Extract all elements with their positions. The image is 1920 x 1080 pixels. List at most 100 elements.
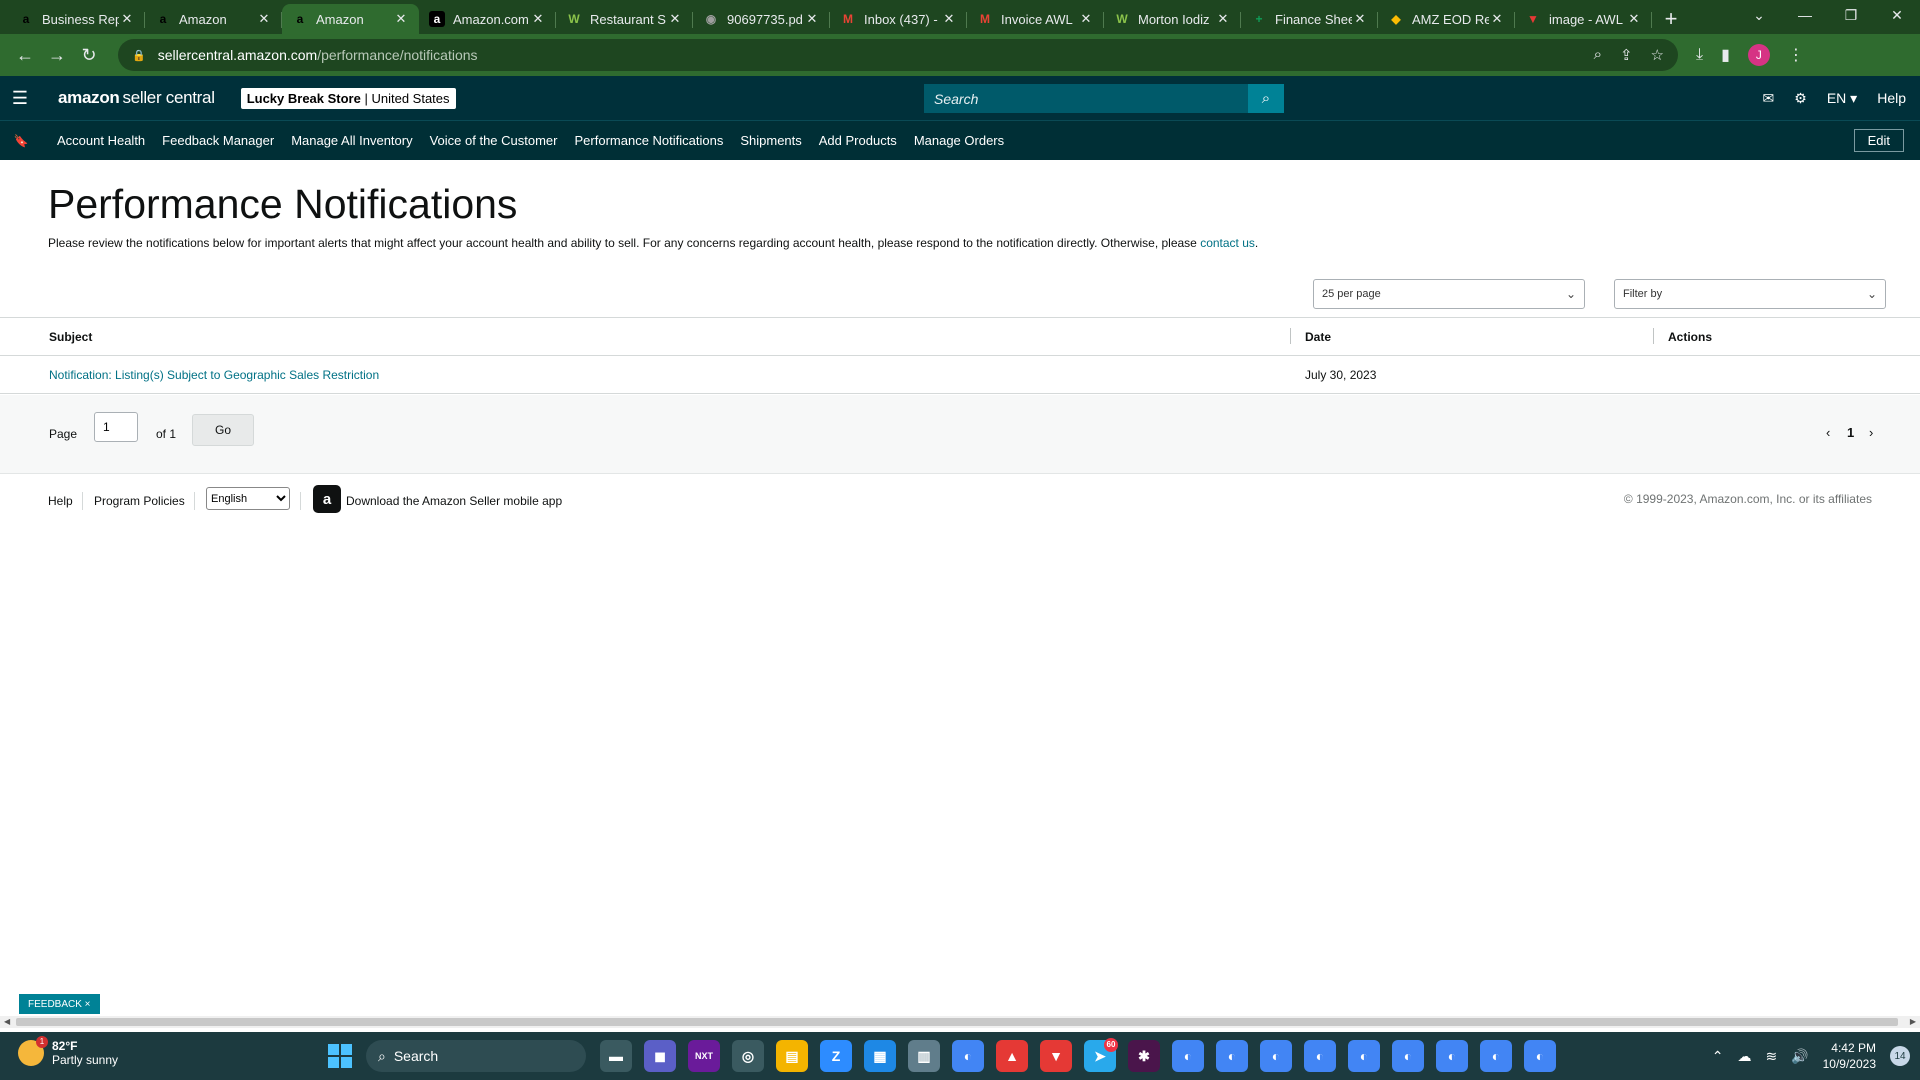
- taskbar-search[interactable]: ⌕ Search: [366, 1040, 586, 1072]
- nav-item-account-health[interactable]: Account Health: [57, 133, 145, 148]
- taskbar-app-icon[interactable]: ◼: [644, 1040, 676, 1072]
- lock-icon[interactable]: 🔒: [132, 49, 146, 62]
- minimize-button[interactable]: —: [1782, 0, 1828, 30]
- taskbar-app-icon[interactable]: ◐: [1304, 1040, 1336, 1072]
- back-icon[interactable]: ←: [10, 40, 40, 70]
- browser-tab[interactable]: a Amazon ✕: [145, 4, 282, 34]
- page-number-input[interactable]: [94, 412, 138, 442]
- clock[interactable]: 4:42 PM 10/9/2023: [1823, 1040, 1876, 1072]
- browser-tab[interactable]: M Inbox (437) - ✕: [830, 4, 967, 34]
- amazon-app-icon[interactable]: a: [313, 485, 341, 513]
- notification-count[interactable]: 14: [1890, 1046, 1910, 1066]
- address-bar[interactable]: 🔒 sellercentral.amazon.com/performance/n…: [118, 39, 1678, 71]
- taskbar-app-icon[interactable]: ◐: [1392, 1040, 1424, 1072]
- bookmark-icon[interactable]: 🔖: [0, 134, 42, 148]
- help-link[interactable]: Help: [1877, 90, 1906, 106]
- seller-central-logo[interactable]: amazon seller central: [58, 88, 215, 108]
- language-selector[interactable]: EN ▾: [1827, 90, 1857, 107]
- tab-close-icon[interactable]: ✕: [804, 11, 820, 27]
- browser-menu-icon[interactable]: ⋮: [1788, 45, 1804, 65]
- taskbar-app-icon[interactable]: ▤: [776, 1040, 808, 1072]
- tab-close-icon[interactable]: ✕: [667, 11, 683, 27]
- nav-item-manage-orders[interactable]: Manage Orders: [914, 133, 1004, 148]
- weather-widget[interactable]: 1 82°F Partly sunny: [18, 1036, 118, 1067]
- tab-close-icon[interactable]: ✕: [1489, 11, 1505, 27]
- feedback-button[interactable]: FEEDBACK ×: [19, 994, 100, 1014]
- header-date[interactable]: Date: [1305, 330, 1331, 344]
- footer-language-select[interactable]: English: [206, 487, 290, 510]
- tab-close-icon[interactable]: ✕: [393, 11, 409, 27]
- search-input[interactable]: [924, 84, 1248, 113]
- edit-nav-button[interactable]: Edit: [1853, 129, 1904, 152]
- browser-tab[interactable]: W Restaurant S ✕: [556, 4, 693, 34]
- download-app-link[interactable]: Download the Amazon Seller mobile app: [346, 494, 562, 508]
- browser-tab[interactable]: W Morton Iodiz ✕: [1104, 4, 1241, 34]
- tab-close-icon[interactable]: ✕: [1626, 11, 1642, 27]
- browser-tab[interactable]: a Amazon ✕: [282, 4, 419, 34]
- go-button[interactable]: Go: [192, 414, 254, 446]
- header-subject[interactable]: Subject: [49, 330, 92, 344]
- taskbar-app-icon[interactable]: ✱: [1128, 1040, 1160, 1072]
- reload-icon[interactable]: ↻: [74, 40, 104, 70]
- taskbar-app-icon[interactable]: ▥: [908, 1040, 940, 1072]
- scroll-right-icon[interactable]: ▶: [1910, 1016, 1916, 1028]
- tab-close-icon[interactable]: ✕: [256, 11, 272, 27]
- taskbar-app-icon[interactable]: ▼: [1040, 1040, 1072, 1072]
- gear-icon[interactable]: ⚙: [1794, 90, 1807, 107]
- prev-page-icon[interactable]: ‹: [1826, 425, 1830, 440]
- restore-button[interactable]: ❐: [1828, 0, 1874, 30]
- store-switcher[interactable]: Lucky Break Store | United States: [240, 87, 456, 109]
- current-page-number[interactable]: 1: [1847, 425, 1854, 440]
- chevron-up-icon[interactable]: ⌃: [1712, 1048, 1724, 1065]
- close-window-button[interactable]: ✕: [1874, 0, 1920, 30]
- taskbar-app-icon[interactable]: ◎: [732, 1040, 764, 1072]
- footer-program-policies-link[interactable]: Program Policies: [94, 494, 185, 508]
- windows-start-icon[interactable]: [328, 1044, 352, 1068]
- taskbar-app-icon[interactable]: ◐: [1260, 1040, 1292, 1072]
- browser-tab[interactable]: M Invoice AWL ✕: [967, 4, 1104, 34]
- taskbar-app-icon[interactable]: ◐: [1172, 1040, 1204, 1072]
- per-page-select[interactable]: 25 per page ⌄: [1313, 279, 1585, 309]
- nav-item-voice-of-the-customer[interactable]: Voice of the Customer: [430, 133, 558, 148]
- tab-close-icon[interactable]: ✕: [941, 11, 957, 27]
- browser-tab[interactable]: a Amazon.com ✕: [419, 4, 556, 34]
- forward-icon[interactable]: →: [42, 40, 72, 70]
- cloud-icon[interactable]: ☁: [1737, 1048, 1751, 1065]
- taskbar-app-icon[interactable]: ◐: [1524, 1040, 1556, 1072]
- nav-item-performance-notifications[interactable]: Performance Notifications: [575, 133, 724, 148]
- browser-tab[interactable]: ◉ 90697735.pd ✕: [693, 4, 830, 34]
- download-icon[interactable]: ⤓: [1696, 46, 1703, 64]
- side-panel-icon[interactable]: ▮: [1721, 45, 1730, 65]
- tab-close-icon[interactable]: ✕: [1078, 11, 1094, 27]
- taskbar-app-icon[interactable]: ▦: [864, 1040, 896, 1072]
- nav-item-feedback-manager[interactable]: Feedback Manager: [162, 133, 274, 148]
- horizontal-scrollbar[interactable]: ◀ ▶: [0, 1016, 1920, 1028]
- next-page-icon[interactable]: ›: [1869, 425, 1873, 440]
- notification-subject-link[interactable]: Notification: Listing(s) Subject to Geog…: [49, 368, 379, 382]
- taskbar-app-icon[interactable]: ◐: [1216, 1040, 1248, 1072]
- contact-us-link[interactable]: contact us: [1200, 236, 1255, 250]
- filter-by-select[interactable]: Filter by ⌄: [1614, 279, 1886, 309]
- taskbar-app-icon[interactable]: Z: [820, 1040, 852, 1072]
- browser-tab[interactable]: ◆ AMZ EOD Re ✕: [1378, 4, 1515, 34]
- tab-close-icon[interactable]: ✕: [1352, 11, 1368, 27]
- tab-close-icon[interactable]: ✕: [530, 11, 546, 27]
- nav-item-manage-all-inventory[interactable]: Manage All Inventory: [291, 133, 412, 148]
- bookmark-star-icon[interactable]: ☆: [1651, 46, 1664, 64]
- profile-avatar[interactable]: J: [1747, 44, 1770, 66]
- footer-help-link[interactable]: Help: [48, 494, 73, 508]
- taskbar-app-icon[interactable]: ◐: [1348, 1040, 1380, 1072]
- tab-close-icon[interactable]: ✕: [119, 11, 135, 27]
- tab-close-icon[interactable]: ✕: [1215, 11, 1231, 27]
- browser-tab[interactable]: a Business Rep ✕: [8, 4, 145, 34]
- search-icon[interactable]: ⌕: [1248, 84, 1284, 113]
- mail-icon[interactable]: ✉: [1763, 90, 1775, 107]
- browser-tab[interactable]: ▼ image - AWL ✕: [1515, 4, 1652, 34]
- taskbar-app-icon[interactable]: ◐: [1436, 1040, 1468, 1072]
- new-tab-button[interactable]: +: [1656, 4, 1686, 34]
- wifi-icon[interactable]: ≋: [1765, 1048, 1777, 1065]
- scrollbar-thumb[interactable]: [16, 1018, 1898, 1026]
- taskbar-app-icon[interactable]: ▬: [600, 1040, 632, 1072]
- nav-item-shipments[interactable]: Shipments: [740, 133, 801, 148]
- scroll-left-icon[interactable]: ◀: [4, 1016, 10, 1028]
